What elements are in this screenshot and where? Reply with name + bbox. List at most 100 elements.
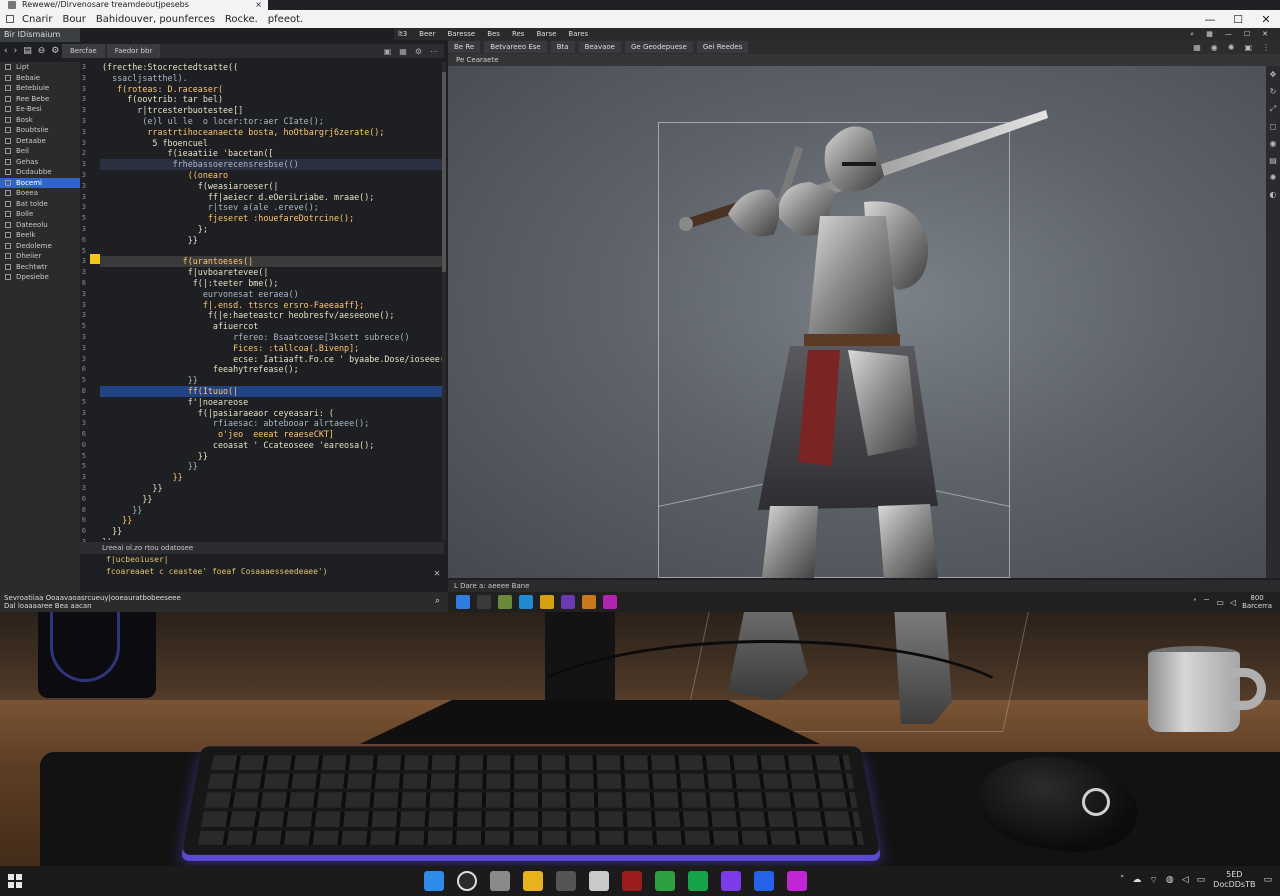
gear-icon[interactable]: ⚙ [415, 47, 422, 56]
overflow-icon[interactable]: ⋮ [1262, 43, 1270, 52]
edge-browser-icon[interactable] [519, 595, 533, 609]
code-line[interactable]: f'|noeareose [100, 397, 442, 408]
battery-icon[interactable]: ▭ [1216, 598, 1224, 607]
app-icon[interactable] [655, 871, 675, 891]
settings-icon[interactable]: ⚙ [51, 44, 59, 58]
tree-item[interactable]: Bechtwtr [0, 262, 80, 273]
code-line[interactable]: r|trcesterbuotestee[] [100, 105, 442, 116]
editor-tab[interactable]: Bercfae [62, 44, 105, 58]
forward-icon[interactable]: › [14, 44, 18, 58]
photos-app-icon[interactable] [498, 595, 512, 609]
search-icon[interactable]: ⌕ [1190, 28, 1194, 40]
toolbar-menu-item[interactable]: Bes [487, 28, 500, 40]
code-line[interactable]: f(ieaatiie 'bacetan([ [100, 148, 442, 159]
scale-icon[interactable]: ⤢ [1270, 104, 1276, 114]
code-line[interactable]: }} [100, 375, 442, 386]
tree-item[interactable]: Ee-Besi [0, 104, 80, 115]
code-line[interactable] [100, 246, 442, 257]
code-line[interactable]: ceoasat ' Ccateoseee 'eareosa(); [100, 440, 442, 451]
menu-item[interactable]: pfeeot. [268, 14, 303, 25]
network-icon[interactable]: ⌔ [1203, 597, 1211, 607]
code-line[interactable]: ff|aeiecr d.eOeriLriabe. mraae(); [100, 192, 442, 203]
tree-item[interactable]: Ree Bebe [0, 94, 80, 105]
volume-icon[interactable]: ◁ [1182, 875, 1189, 885]
onedrive-icon[interactable]: ☁ [1132, 875, 1141, 885]
code-line[interactable]: o'jeo eeeat reaeseCKT] [100, 429, 442, 440]
code-line[interactable]: eurvonesat eeraea() [100, 289, 442, 300]
code-line[interactable]: }} [100, 461, 442, 472]
code-line[interactable]: }; [100, 224, 442, 235]
start-button-icon[interactable] [424, 871, 444, 891]
code-line[interactable]: frhebassoerecensresbse(() [100, 159, 442, 170]
editor-scrollbar[interactable] [442, 62, 446, 540]
app-icon[interactable] [754, 871, 774, 891]
menu-item[interactable]: Bahidouver, pounferces [96, 14, 215, 25]
viewport-tab[interactable]: Gei Reedes [696, 41, 749, 53]
render-icon[interactable]: ▣ [1244, 43, 1252, 52]
code-line[interactable]: ecse: Iatiaaft.Fo.ce ' byaabe.Dose/iosee… [100, 354, 442, 365]
code-line[interactable]: ssacljsatthel). [100, 73, 442, 84]
code-line[interactable]: afiuercot [100, 321, 442, 332]
battery-icon[interactable]: ▭ [1197, 875, 1206, 885]
move-icon[interactable]: ✥ [1270, 70, 1277, 79]
toolbar-menu-item[interactable]: Baresse [447, 28, 475, 40]
viewport-tab[interactable]: Ge Geodepuese [624, 41, 693, 53]
project-panel-header[interactable]: Bir IDismaium [0, 28, 80, 42]
code-line[interactable]: f(roteas: D.raceaser( [100, 84, 442, 95]
code-line[interactable]: }} [100, 483, 442, 494]
viewport-tab[interactable]: Be Re [448, 41, 481, 53]
code-line[interactable]: fjeseret :houefareDotrcine(); [100, 213, 442, 224]
more-icon[interactable]: ⋯ [430, 47, 438, 56]
code-line[interactable]: ((onearo [100, 170, 442, 181]
viewport-tab[interactable]: Beavaoe [578, 41, 621, 53]
menu-item[interactable]: Rocke. [225, 14, 258, 25]
material-icon[interactable]: ◐ [1270, 190, 1277, 199]
viewport-tab[interactable]: Bta [550, 41, 575, 53]
code-line[interactable]: Fices: :tallcoa(.Bivenp]; [100, 343, 442, 354]
menu-item[interactable]: Bour [62, 14, 85, 25]
select-icon[interactable]: ◻ [1270, 122, 1277, 131]
close-panel-icon[interactable]: ✕ [434, 568, 440, 579]
code-line[interactable]: (e)l ul le o locer:tor:aer CIate(); [100, 116, 442, 127]
toolbar-menu-item[interactable]: Res [512, 28, 525, 40]
layout-icon[interactable]: ▦ [1206, 28, 1213, 40]
tree-item[interactable]: Detaabe [0, 136, 80, 147]
tree-item[interactable]: Boubtsiie [0, 125, 80, 136]
task-view-icon[interactable] [490, 871, 510, 891]
close-tab-icon[interactable]: × [255, 0, 262, 10]
viewport-tab[interactable]: Betvareeo Ese [484, 41, 547, 53]
app-icon[interactable] [688, 871, 708, 891]
network-icon[interactable]: ⌔ [1149, 875, 1157, 886]
tree-item[interactable]: Bosk [0, 115, 80, 126]
tree-item[interactable]: Bolle [0, 209, 80, 220]
3d-viewport[interactable] [448, 66, 1266, 578]
tree-item[interactable]: Bat tolde [0, 199, 80, 210]
code-line[interactable]: }} [100, 472, 442, 483]
start-icon[interactable] [456, 595, 470, 609]
code-line[interactable]: rfereo: Bsaatcoese[3ksett subrece() [100, 332, 442, 343]
notification-icon[interactable]: ▭ [1263, 875, 1272, 885]
code-line[interactable]: f(oovtrib: tar bel) [100, 94, 442, 105]
code-line[interactable]: }} [100, 494, 442, 505]
chevron-up-icon[interactable]: ˄ [1120, 875, 1125, 885]
code-line[interactable]: f(|e:haeteastcr heobresfv/aeseeone(); [100, 310, 442, 321]
globe-icon[interactable]: ◍ [1166, 875, 1174, 885]
store-icon[interactable] [589, 871, 609, 891]
app-icon[interactable] [603, 595, 617, 609]
layers-icon[interactable]: ▤ [1269, 156, 1277, 165]
code-line[interactable]: }) [100, 537, 442, 540]
search-icon[interactable] [457, 871, 477, 891]
light-icon[interactable]: ✺ [1228, 43, 1235, 52]
chevron-up-icon[interactable]: ˄ [1193, 598, 1197, 607]
code-line[interactable]: }} [100, 235, 442, 246]
back-icon[interactable]: ‹ [4, 44, 8, 58]
tree-item[interactable]: Betebiuie [0, 83, 80, 94]
code-line[interactable]: }} [100, 526, 442, 537]
app-icon[interactable] [787, 871, 807, 891]
code-line[interactable]: 5 fboencuel [100, 138, 442, 149]
code-line[interactable]: f(weasiaroeser(| [100, 181, 442, 192]
code-line[interactable]: f|.ensd. ttsrcs ersro-Faeeaaff}; [100, 300, 442, 311]
knight-model[interactable] [448, 66, 1266, 578]
app-icon[interactable] [556, 871, 576, 891]
tree-item[interactable]: Dcdaubbe [0, 167, 80, 178]
